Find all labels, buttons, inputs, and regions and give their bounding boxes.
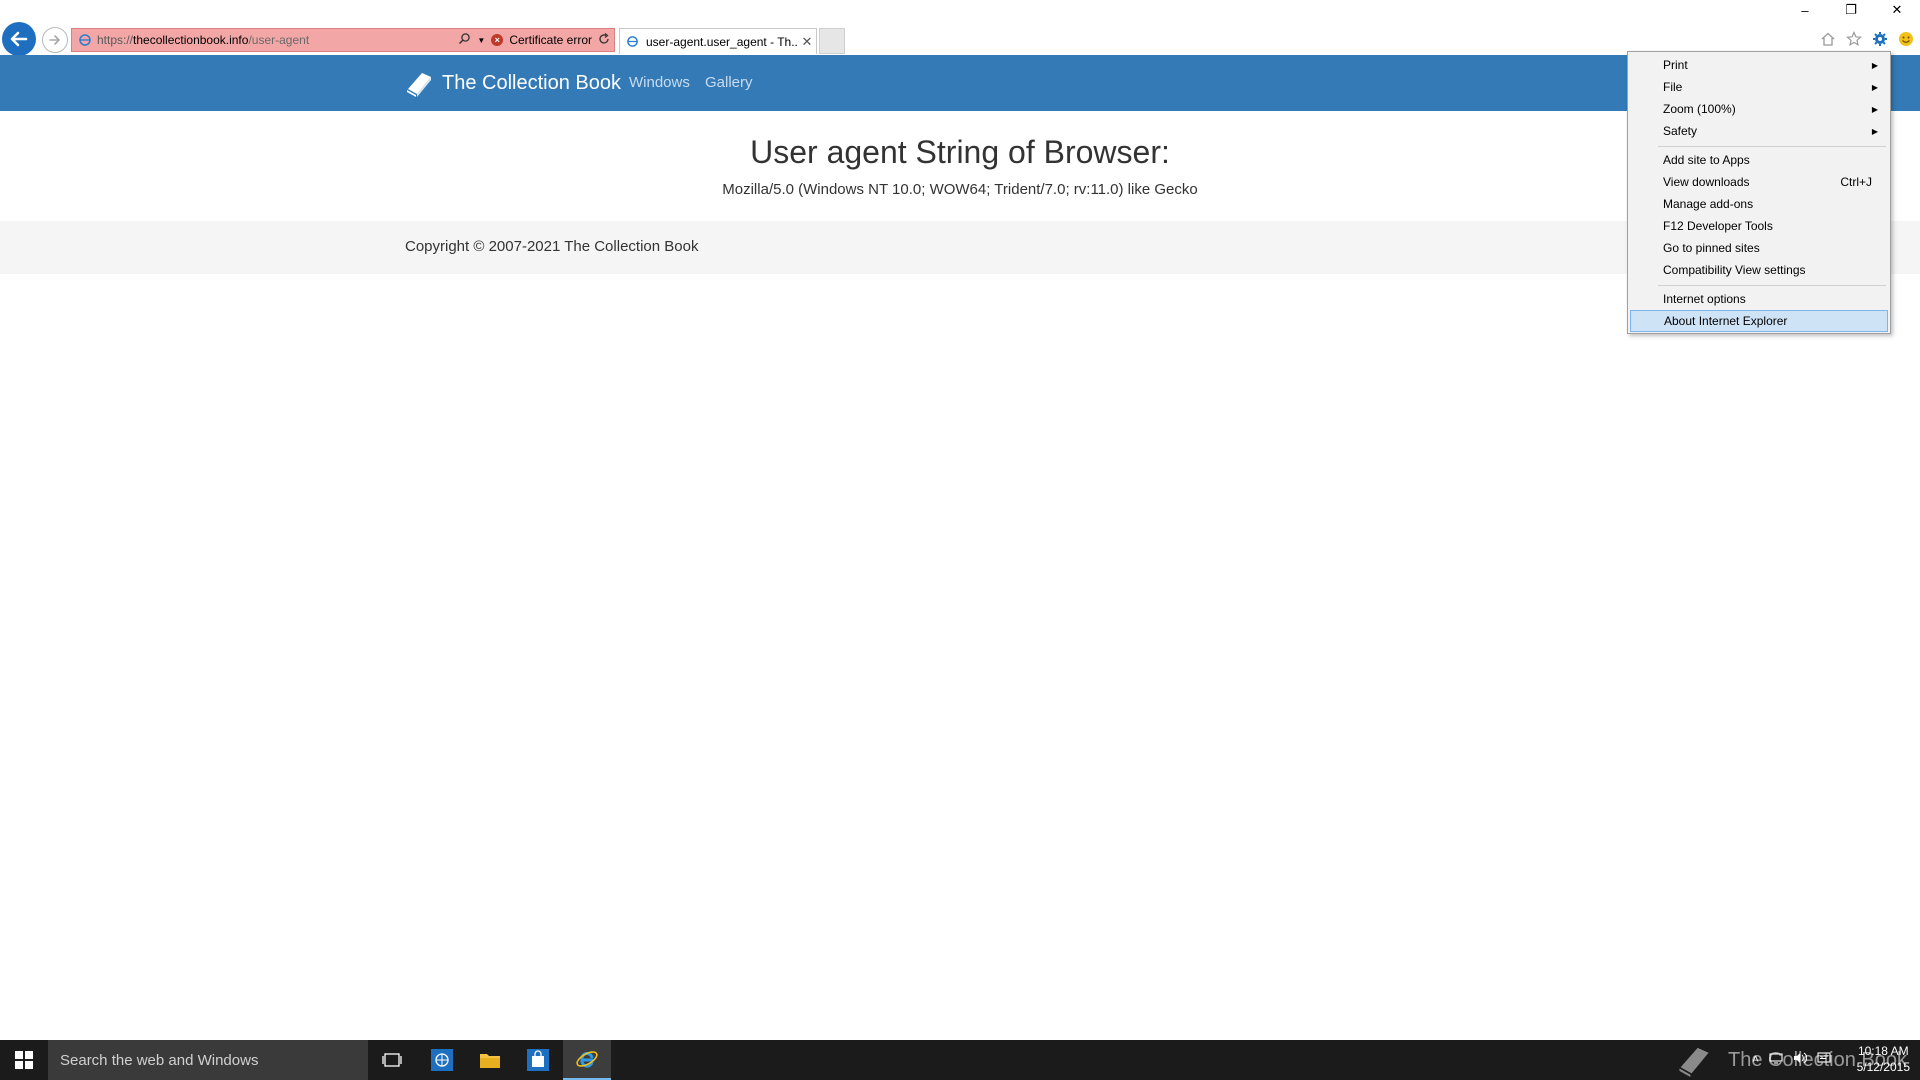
address-tools: ▼ × Certificate error	[458, 29, 610, 51]
menu-item-go-to-pinned-sites[interactable]: Go to pinned sites	[1630, 237, 1888, 259]
submenu-arrow-icon: ▶	[1871, 126, 1878, 136]
minimize-button[interactable]: –	[1782, 0, 1828, 20]
taskbar-app-internet-explorer[interactable]	[563, 1040, 611, 1080]
menu-item-internet-options[interactable]: Internet options	[1630, 288, 1888, 310]
submenu-arrow-icon: ▶	[1871, 104, 1878, 114]
tab-user-agent[interactable]: user-agent.user_agent - Th... ✕	[619, 28, 817, 54]
menu-item-view-downloads[interactable]: View downloads Ctrl+J	[1630, 171, 1888, 193]
task-view-button[interactable]	[368, 1040, 416, 1080]
close-tab-icon[interactable]: ✕	[798, 34, 816, 50]
certificate-error-icon: ×	[491, 34, 504, 46]
tools-menu: Print ▶ File ▶ Zoom (100%) ▶ Safety ▶ Add si…	[1627, 51, 1891, 334]
certificate-error-label[interactable]: Certificate error	[509, 33, 592, 47]
menu-separator	[1658, 146, 1886, 147]
menu-separator	[1658, 285, 1886, 286]
menu-item-safety[interactable]: Safety ▶	[1630, 120, 1888, 142]
book-logo-icon	[407, 73, 431, 97]
address-bar[interactable]: https://thecollectionbook.info/user-agen…	[71, 28, 615, 52]
url-path: /user-agent	[248, 33, 310, 47]
submenu-arrow-icon: ▶	[1871, 82, 1878, 92]
store-bag-icon	[527, 1049, 549, 1071]
taskbar-app-globe[interactable]	[418, 1040, 466, 1080]
menu-item-print[interactable]: Print ▶	[1630, 54, 1888, 76]
ie-page-icon	[76, 31, 94, 49]
arrow-left-icon	[10, 31, 28, 47]
start-button[interactable]	[0, 1040, 48, 1080]
taskbar-app-file-explorer[interactable]	[466, 1040, 514, 1080]
menu-item-zoom[interactable]: Zoom (100%) ▶	[1630, 98, 1888, 120]
search-icon[interactable]	[458, 32, 471, 48]
nav-link-gallery[interactable]: Gallery	[705, 74, 753, 91]
browser-chrome: – ❐ ✕ https://thecollectionbook.info/use…	[0, 0, 1920, 56]
taskbar-search-placeholder: Search the web and Windows	[60, 1051, 259, 1069]
globe-app-icon	[431, 1049, 453, 1071]
dropdown-arrow-icon[interactable]: ▼	[477, 36, 485, 45]
action-center-icon[interactable]	[1817, 1052, 1831, 1067]
close-window-button[interactable]: ✕	[1874, 0, 1920, 20]
internet-explorer-icon	[576, 1051, 598, 1068]
clock-time: 10:18 AM	[1857, 1044, 1909, 1058]
chevron-up-icon[interactable]: ˄	[1752, 1052, 1759, 1067]
taskbar-clock[interactable]: 10:18 AM 5/12/2015	[1857, 1043, 1910, 1075]
menu-item-add-site-to-apps[interactable]: Add site to Apps	[1630, 149, 1888, 171]
network-icon[interactable]	[1769, 1052, 1783, 1067]
browser-command-icons	[1818, 28, 1916, 50]
menu-item-f12-developer-tools[interactable]: F12 Developer Tools	[1630, 215, 1888, 237]
url-scheme: https://	[97, 33, 134, 47]
windows-logo-icon	[15, 1051, 33, 1069]
taskbar: Search the web and Windows The Collectio…	[0, 1040, 1920, 1080]
system-tray-icons: ˄	[1752, 1052, 1831, 1067]
ie-page-icon	[626, 35, 642, 48]
url-text[interactable]: https://thecollectionbook.info/user-agen…	[97, 33, 309, 47]
new-tab-button[interactable]	[819, 28, 845, 54]
back-button[interactable]	[2, 22, 36, 56]
taskbar-search-box[interactable]: Search the web and Windows	[48, 1040, 368, 1080]
window-controls: – ❐ ✕	[1782, 0, 1920, 20]
menu-item-manage-add-ons[interactable]: Manage add-ons	[1630, 193, 1888, 215]
submenu-arrow-icon: ▶	[1871, 60, 1878, 70]
menu-item-about-internet-explorer[interactable]: About Internet Explorer	[1630, 310, 1888, 332]
task-view-icon	[382, 1053, 402, 1067]
home-icon[interactable]	[1818, 29, 1838, 49]
book-watermark-icon	[1679, 1047, 1709, 1077]
volume-icon[interactable]	[1793, 1052, 1808, 1067]
url-host: thecollectionbook.info	[133, 33, 249, 47]
menu-item-file[interactable]: File ▶	[1630, 76, 1888, 98]
nav-link-windows[interactable]: Windows	[629, 74, 690, 91]
site-brand[interactable]: The Collection Book	[404, 68, 621, 98]
shortcut-label: Ctrl+J	[1840, 175, 1872, 189]
restore-button[interactable]: ❐	[1828, 0, 1874, 20]
gear-icon[interactable]	[1870, 29, 1890, 49]
tab-title: user-agent.user_agent - Th...	[646, 34, 798, 49]
refresh-icon[interactable]	[598, 32, 610, 48]
clock-date: 5/12/2015	[1856, 1060, 1910, 1074]
arrow-right-icon	[49, 35, 60, 45]
smiley-feedback-icon[interactable]	[1896, 29, 1916, 49]
brand-name: The Collection Book	[442, 71, 621, 94]
folder-icon	[480, 1054, 500, 1068]
copyright-text: Copyright © 2007-2021 The Collection Boo…	[405, 238, 699, 255]
forward-button[interactable]	[42, 27, 68, 53]
menu-item-compatibility-view-settings[interactable]: Compatibility View settings	[1630, 259, 1888, 281]
taskbar-app-store[interactable]	[514, 1040, 562, 1080]
favorites-star-icon[interactable]	[1844, 29, 1864, 49]
